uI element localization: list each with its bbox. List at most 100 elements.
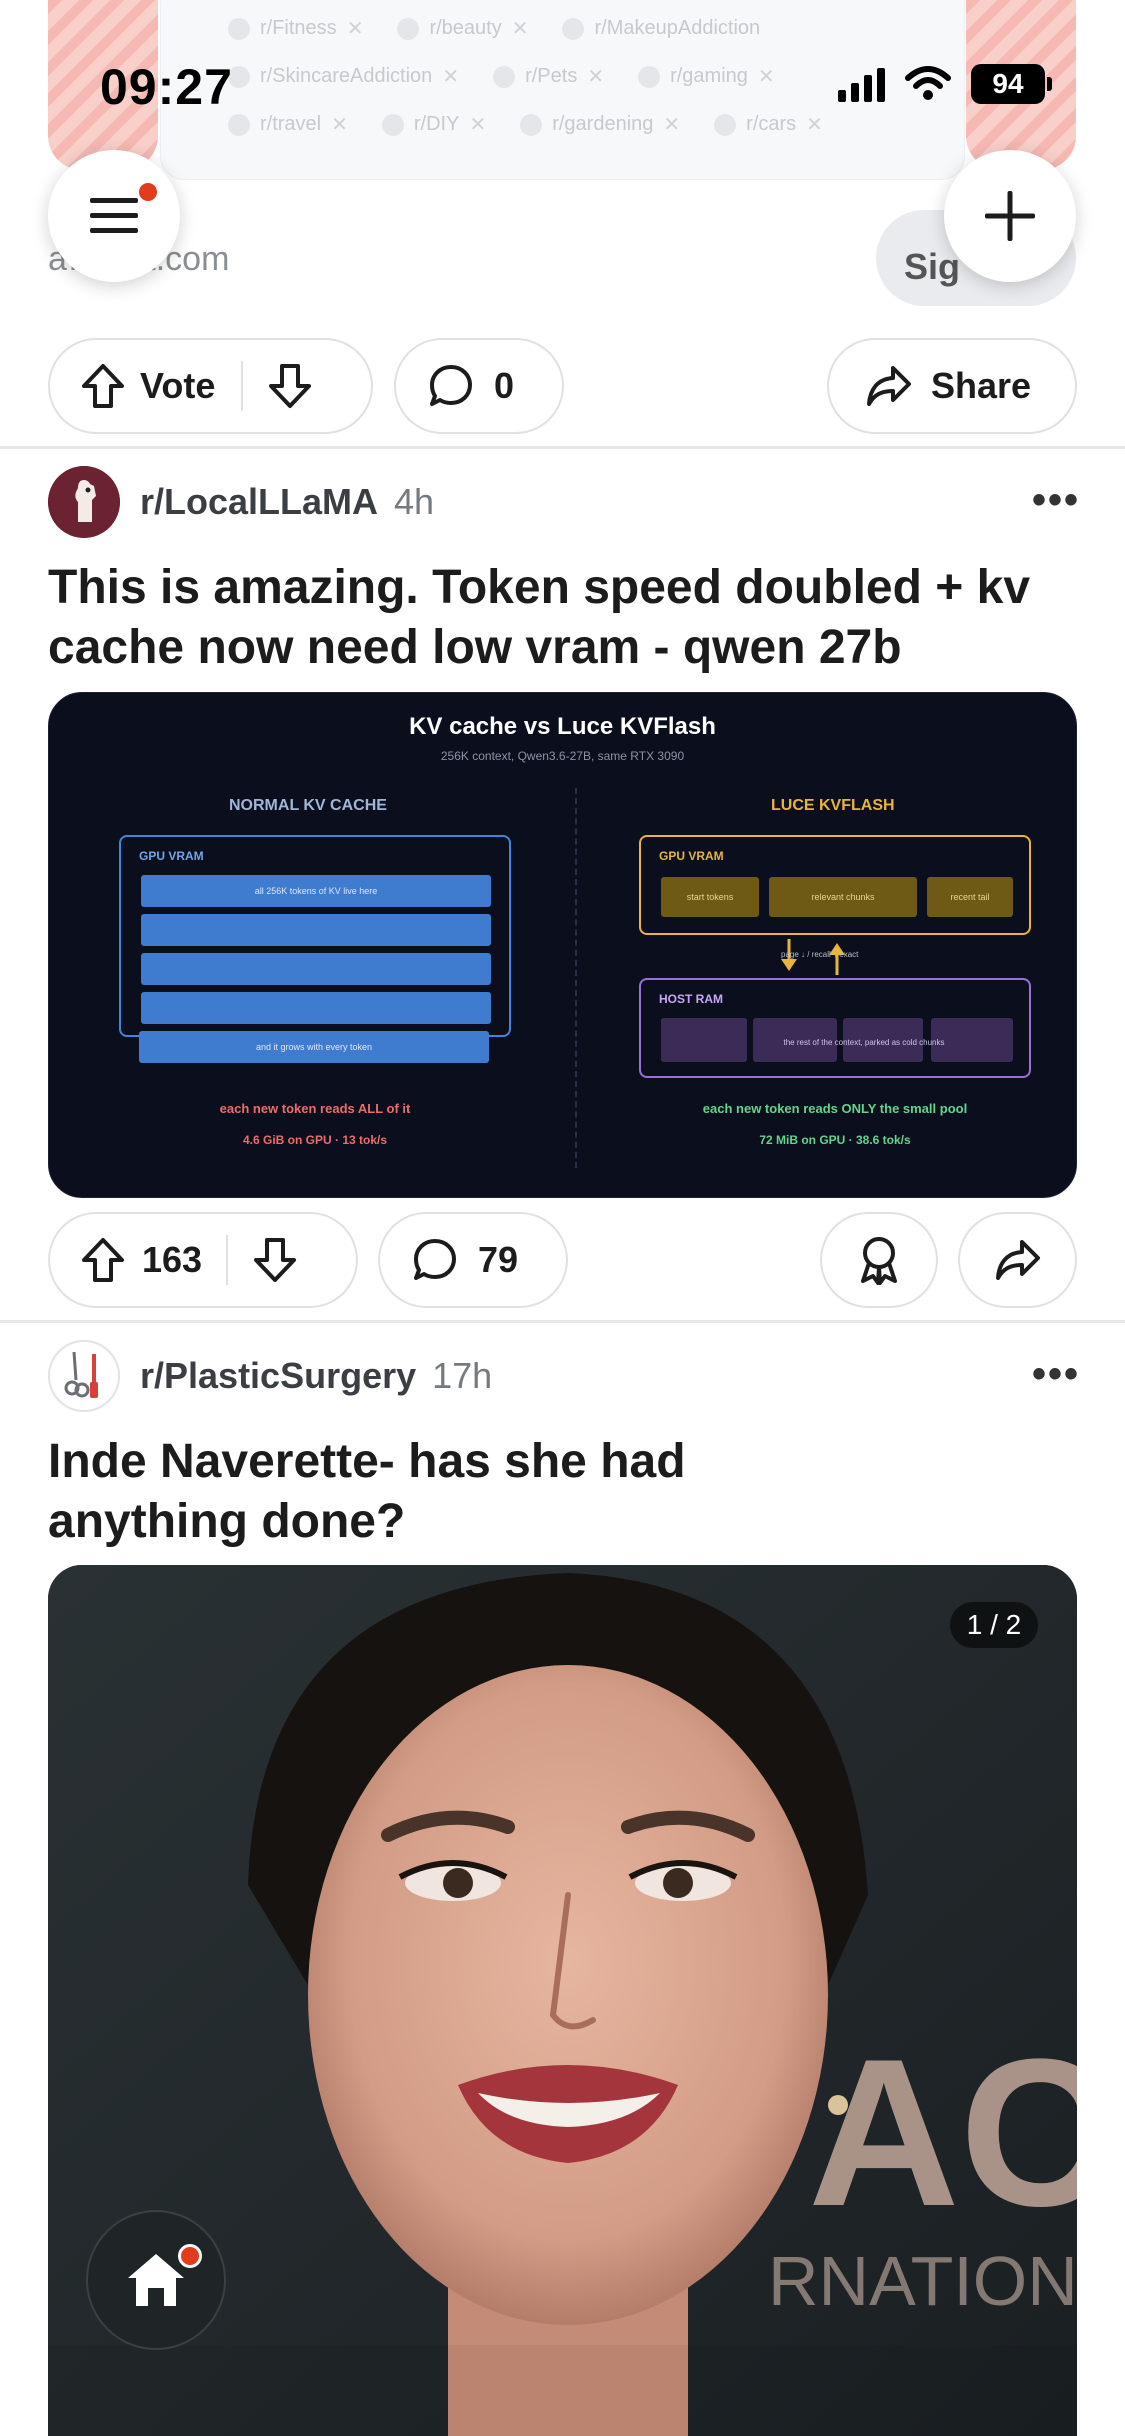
plus-icon bbox=[985, 191, 1035, 241]
diagram-divider bbox=[575, 788, 577, 1168]
comment-count: 79 bbox=[478, 1239, 519, 1280]
backdrop-subtext: RNATIONAL bbox=[768, 2242, 1077, 2320]
left-gpu-vram-box: GPU VRAM all 256K tokens of KV live here bbox=[119, 835, 511, 1037]
share-arrow-icon bbox=[867, 366, 911, 406]
community-chip[interactable]: r/gaming ✕ bbox=[638, 64, 775, 89]
close-icon: ✕ bbox=[442, 66, 460, 88]
menu-button[interactable] bbox=[48, 150, 180, 282]
post-action-bar: 163 79 bbox=[48, 1212, 1077, 1308]
host-ram-description: the rest of the context, parked as cold … bbox=[783, 1038, 945, 1047]
downvote-arrow-icon bbox=[269, 364, 312, 408]
post-divider bbox=[0, 1320, 1125, 1323]
upvote-arrow-icon bbox=[82, 1238, 124, 1282]
community-chip[interactable]: r/DIY ✕ bbox=[381, 112, 486, 137]
subreddit-avatar[interactable] bbox=[48, 466, 120, 538]
comment-count: 0 bbox=[494, 365, 515, 406]
kv-bar-bottom: and it grows with every token bbox=[139, 1031, 489, 1063]
close-icon: ✕ bbox=[757, 66, 775, 88]
more-options-button[interactable]: ••• bbox=[1032, 1352, 1080, 1397]
kv-bar bbox=[141, 914, 491, 946]
community-icon bbox=[562, 17, 585, 40]
community-chip[interactable]: r/Fitness ✕ bbox=[228, 16, 363, 41]
community-icon bbox=[381, 113, 404, 136]
ad-chip-row-2: r/SkincareAddiction ✕ r/Pets ✕ r/gaming ✕ bbox=[228, 64, 775, 89]
downvote-arrow-icon bbox=[254, 1238, 297, 1282]
cold-chunk bbox=[661, 1018, 747, 1062]
subreddit-name[interactable]: r/LocalLLaMA bbox=[140, 481, 378, 523]
community-chip[interactable]: r/beauty ✕ bbox=[397, 16, 528, 41]
community-icon bbox=[228, 17, 250, 40]
upvote-arrow-icon bbox=[82, 364, 124, 408]
post-image[interactable]: KV cache vs Luce KVFlash 256K context, Q… bbox=[48, 692, 1077, 1198]
downvote-button[interactable] bbox=[267, 362, 313, 410]
comments-button[interactable]: 0 bbox=[394, 338, 564, 434]
create-post-button[interactable] bbox=[944, 150, 1076, 282]
community-chip[interactable]: r/Pets ✕ bbox=[493, 64, 604, 89]
right-note: each new token reads ONLY the small pool bbox=[702, 1101, 968, 1116]
vote-separator bbox=[241, 361, 244, 411]
close-icon: ✕ bbox=[587, 66, 605, 88]
post-title[interactable]: This is amazing. Token speed doubled + k… bbox=[48, 558, 1078, 678]
kv-bar bbox=[141, 953, 491, 985]
surgical-tools-icon bbox=[64, 1351, 98, 1398]
award-button[interactable] bbox=[820, 1212, 938, 1308]
vote-separator bbox=[226, 1235, 229, 1285]
post-divider bbox=[0, 446, 1125, 449]
relevant-chunks-chip: relevant chunks bbox=[769, 877, 917, 917]
status-icons: 94 bbox=[838, 64, 1052, 104]
right-column-heading: LUCE KVFLASH bbox=[771, 797, 895, 814]
vote-count: 163 bbox=[142, 1239, 203, 1280]
post-header: r/LocalLLaMA 4h bbox=[48, 466, 434, 538]
ad-action-bar: Vote 0 Share bbox=[48, 338, 1077, 434]
gpu-vram-label: GPU VRAM bbox=[659, 849, 724, 863]
upvote-button[interactable] bbox=[80, 362, 126, 410]
host-ram-box: HOST RAM bbox=[639, 978, 1031, 1078]
subreddit-avatar[interactable] bbox=[48, 1340, 120, 1412]
vote-label: Vote bbox=[140, 365, 216, 406]
community-icon bbox=[397, 17, 420, 40]
right-gpu-vram-box: GPU VRAM start tokens relevant chunks re… bbox=[639, 835, 1031, 935]
gpu-vram-label: GPU VRAM bbox=[139, 849, 204, 863]
right-stat: 72 MiB on GPU · 38.6 tok/s bbox=[759, 1133, 911, 1147]
comments-button[interactable]: 79 bbox=[378, 1212, 568, 1308]
comment-bubble-icon bbox=[414, 1239, 456, 1280]
diagram-subtitle: 256K context, Qwen3.6-27B, same RTX 3090 bbox=[440, 749, 685, 763]
more-options-button[interactable]: ••• bbox=[1032, 478, 1080, 523]
downvote-button[interactable] bbox=[252, 1236, 298, 1284]
image-counter: 1 / 2 bbox=[950, 1602, 1038, 1648]
comment-bubble-icon bbox=[430, 365, 472, 406]
upvote-button[interactable] bbox=[80, 1236, 126, 1284]
left-stat: 4.6 GiB on GPU · 13 tok/s bbox=[242, 1133, 388, 1147]
community-icon bbox=[638, 65, 661, 88]
left-note: each new token reads ALL of it bbox=[219, 1101, 411, 1116]
home-button[interactable] bbox=[86, 2210, 226, 2350]
start-tokens-chip: start tokens bbox=[661, 877, 759, 917]
share-label: Share bbox=[931, 365, 1032, 406]
ad-chip-row-1: r/Fitness ✕ r/beauty ✕ r/MakeupAddiction bbox=[228, 16, 760, 41]
community-chip[interactable]: r/gardening ✕ bbox=[520, 112, 680, 137]
community-chip[interactable]: r/cars ✕ bbox=[714, 112, 823, 137]
ad-chip-row-3: r/travel ✕ r/DIY ✕ r/gardening ✕ r/cars ✕ bbox=[228, 112, 823, 137]
post-header: r/PlasticSurgery 17h bbox=[48, 1340, 492, 1412]
battery-indicator: 94 bbox=[971, 64, 1052, 104]
share-arrow-icon bbox=[995, 1240, 1040, 1280]
notification-dot bbox=[136, 180, 160, 204]
host-ram-label: HOST RAM bbox=[659, 992, 723, 1006]
vote-control: 163 bbox=[48, 1212, 358, 1308]
subreddit-name[interactable]: r/PlasticSurgery bbox=[140, 1355, 416, 1397]
hamburger-menu-icon bbox=[90, 198, 138, 233]
close-icon: ✕ bbox=[806, 114, 823, 136]
community-chip[interactable]: r/travel ✕ bbox=[228, 112, 348, 137]
community-chip[interactable]: r/SkincareAddiction ✕ bbox=[228, 64, 459, 89]
post-title[interactable]: Inde Naverette- has she had anything don… bbox=[48, 1432, 808, 1552]
post-age: 4h bbox=[394, 481, 435, 522]
award-icon bbox=[861, 1237, 897, 1285]
community-icon bbox=[714, 113, 737, 136]
share-button[interactable] bbox=[958, 1212, 1077, 1308]
backdrop-logo-text: AC bbox=[808, 2015, 1077, 2250]
wifi-icon bbox=[905, 66, 951, 100]
llama-icon bbox=[48, 466, 120, 538]
share-button[interactable]: Share bbox=[827, 338, 1077, 434]
recent-tail-chip: recent tail bbox=[927, 877, 1013, 917]
community-chip[interactable]: r/MakeupAddiction bbox=[562, 16, 760, 41]
